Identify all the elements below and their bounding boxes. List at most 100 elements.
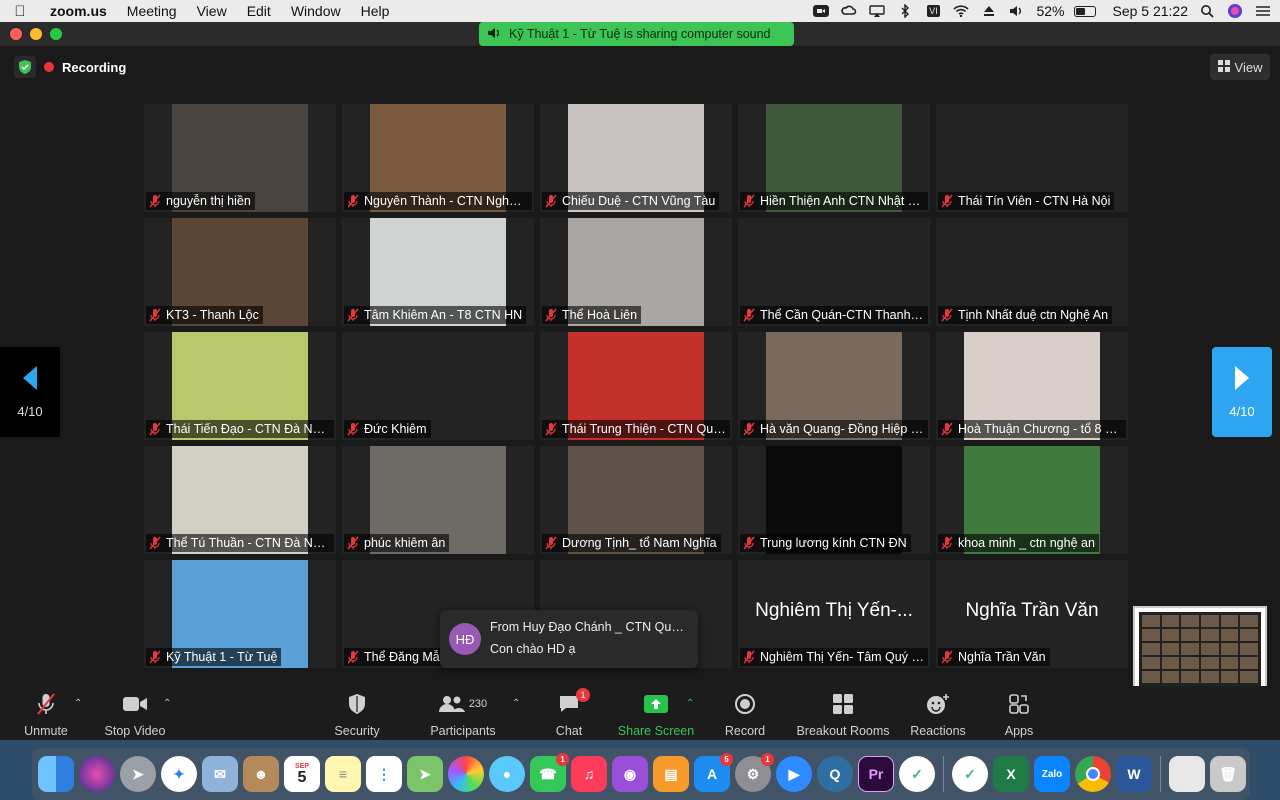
thumbnail-cell	[1142, 643, 1160, 655]
recording-indicator[interactable]: Recording	[14, 56, 126, 78]
participant-tile[interactable]: Đức Khiêm	[342, 332, 534, 440]
maps-icon[interactable]: ➤	[407, 756, 443, 792]
chat-notification-toast[interactable]: HĐ From Huy Đạo Chánh _ CTN Quảng Nam Co…	[440, 610, 698, 668]
view-button[interactable]: View	[1210, 54, 1270, 80]
participant-tile[interactable]: Thái Trung Thiện - CTN Quảng Nam	[540, 332, 732, 440]
word-icon[interactable]: W	[1116, 756, 1152, 792]
eject-icon[interactable]	[980, 4, 998, 18]
wifi-icon[interactable]	[952, 4, 970, 18]
trash-icon[interactable]: 🗑	[1210, 756, 1246, 792]
siri-icon[interactable]	[1226, 4, 1244, 18]
close-window-button[interactable]	[10, 28, 22, 40]
launchpad-icon[interactable]: ➤	[120, 756, 156, 792]
photos-icon[interactable]	[448, 756, 484, 792]
next-page-button[interactable]: 4/10	[1212, 347, 1272, 437]
stop-video-button[interactable]: Stop Video	[104, 692, 166, 738]
participants-chevron-icon[interactable]: ⌃	[512, 698, 520, 709]
participant-tile[interactable]: Tịnh Nhất duệ ctn Nghệ An	[936, 218, 1128, 326]
creative-cloud-icon[interactable]	[840, 4, 858, 18]
participant-tile[interactable]: Nguyên Thành - CTN Nghệ An	[342, 104, 534, 212]
mail-stamp-icon[interactable]: ✉	[202, 756, 238, 792]
share-screen-button[interactable]: Share Screen	[618, 692, 694, 738]
menu-view[interactable]: View	[187, 0, 237, 22]
facetime-messages-icon[interactable]: ☎ 1	[530, 753, 569, 792]
books-icon[interactable]: ▤	[653, 756, 689, 792]
record-button[interactable]: Record	[724, 692, 766, 738]
menu-app-zoom[interactable]: zoom.us	[40, 0, 117, 22]
calendar-icon[interactable]: SEP 5	[284, 756, 320, 792]
podcasts-icon[interactable]: ◉	[612, 756, 648, 792]
evernote-like-icon[interactable]: ✓	[899, 756, 935, 792]
volume-icon[interactable]	[1008, 4, 1026, 18]
participant-tile[interactable]: Nghĩa Trần Văn Nghĩa Trần Văn	[936, 560, 1128, 668]
screen-preview-thumbnail[interactable]	[1133, 606, 1267, 692]
participant-name-caption: Đức Khiêm	[344, 420, 431, 438]
menu-help[interactable]: Help	[351, 0, 400, 22]
participant-tile[interactable]: phúc khiêm ân	[342, 446, 534, 554]
participant-tile[interactable]: Thể Cần Quán-CTN Thanh Hóa	[738, 218, 930, 326]
preview-document-icon[interactable]	[1169, 756, 1205, 792]
participant-tile[interactable]: Tâm Khiêm An - T8 CTN HN	[342, 218, 534, 326]
notes-icon[interactable]: ≡	[325, 756, 361, 792]
apps-button[interactable]: Apps	[1004, 692, 1034, 738]
messages-bubble-icon[interactable]: ●	[489, 756, 525, 792]
chat-button[interactable]: 1 Chat	[553, 688, 590, 738]
participant-tile[interactable]: Thái Tiến Đạo - CTN Đà Nẵng	[144, 332, 336, 440]
control-center-icon[interactable]	[1254, 4, 1272, 18]
participant-tile[interactable]: Thể Tú Thuần - CTN Đà Nẵng	[144, 446, 336, 554]
video-options-chevron-icon[interactable]: ⌃	[163, 698, 171, 709]
participant-tile[interactable]: Hoà Thuận Chương - tổ 8 CTN	[936, 332, 1128, 440]
input-source-icon[interactable]: VI	[924, 4, 942, 18]
battery-icon[interactable]	[1074, 5, 1097, 17]
participant-tile[interactable]: Dương Tịnh_ tổ Nam Nghĩa	[540, 446, 732, 554]
quicktime-icon[interactable]: Q	[817, 756, 853, 792]
fullscreen-window-button[interactable]	[50, 28, 62, 40]
zoom-dock-icon[interactable]: ▶	[776, 756, 812, 792]
menu-meeting[interactable]: Meeting	[117, 0, 187, 22]
spotlight-search-icon[interactable]	[1198, 4, 1216, 18]
chrome-icon[interactable]	[1075, 756, 1111, 792]
menu-window[interactable]: Window	[281, 0, 351, 22]
computer-sound-share-banner[interactable]: Kỹ Thuật 1 - Từ Tuệ is sharing computer …	[479, 22, 794, 46]
participant-tile[interactable]: Hiền Thiện Anh CTN Nhật Bản	[738, 104, 930, 212]
airplay-icon[interactable]	[868, 4, 886, 18]
participant-tile[interactable]: Thể Hoà Liên	[540, 218, 732, 326]
participant-tile[interactable]: khoa minh _ ctn nghệ an	[936, 446, 1128, 554]
contacts-icon[interactable]: ☻	[243, 756, 279, 792]
participant-tile[interactable]: Nghiêm Thị Yến-... Nghiêm Thị Yến- Tâm Qu…	[738, 560, 930, 668]
bluetooth-icon[interactable]	[896, 4, 914, 18]
safari-icon[interactable]: ✦	[161, 756, 197, 792]
participant-tile[interactable]: Trung lương kính CTN ĐN	[738, 446, 930, 554]
participants-button[interactable]: 230 Participants	[429, 692, 497, 738]
participant-tile[interactable]: Kỹ Thuật 1 - Từ Tuệ	[144, 560, 336, 668]
reactions-button[interactable]: Reactions	[910, 692, 966, 738]
reminders-icon[interactable]: ⋮	[366, 756, 402, 792]
siri-dock-icon[interactable]	[79, 756, 115, 792]
zoom-status-icon[interactable]	[812, 4, 830, 18]
music-icon[interactable]: ♫	[571, 756, 607, 792]
audio-options-chevron-icon[interactable]: ⌃	[74, 698, 82, 709]
menu-edit[interactable]: Edit	[237, 0, 281, 22]
zalo-icon[interactable]: Zalo	[1034, 756, 1070, 792]
unmute-button[interactable]: Unmute	[22, 692, 70, 738]
breakout-rooms-button[interactable]: Breakout Rooms	[796, 692, 890, 738]
minimize-window-button[interactable]	[30, 28, 42, 40]
participant-tile[interactable]: nguyễn thị hiền	[144, 104, 336, 212]
previous-page-button[interactable]: 4/10	[0, 347, 60, 437]
premiere-pro-icon[interactable]: Pr	[858, 756, 894, 792]
participant-tile[interactable]: Hà văn Quang- Đồng Hiệp Khánh	[738, 332, 930, 440]
excel-icon[interactable]: X	[993, 756, 1029, 792]
participant-tile[interactable]: Chiếu Duệ - CTN Vũng Tàu	[540, 104, 732, 212]
share-options-chevron-icon[interactable]: ⌃	[686, 698, 694, 709]
menubar-clock[interactable]: Sep 5 21:22	[1112, 3, 1188, 19]
system-preferences-icon[interactable]: ⚙ 1	[735, 753, 774, 792]
app-store-icon[interactable]: A5	[694, 753, 733, 792]
security-button[interactable]: Security	[333, 692, 381, 738]
apple-menu-icon[interactable]: 	[0, 3, 40, 20]
thumbnail-cell	[1220, 657, 1239, 669]
participant-tile[interactable]: Thái Tín Viên - CTN Hà Nội	[936, 104, 1128, 212]
participant-tile[interactable]: KT3 - Thanh Lộc	[144, 218, 336, 326]
grammar-app-icon[interactable]: ✓	[952, 756, 988, 792]
finder-icon[interactable]	[38, 756, 74, 792]
encryption-shield-icon[interactable]	[14, 56, 36, 78]
